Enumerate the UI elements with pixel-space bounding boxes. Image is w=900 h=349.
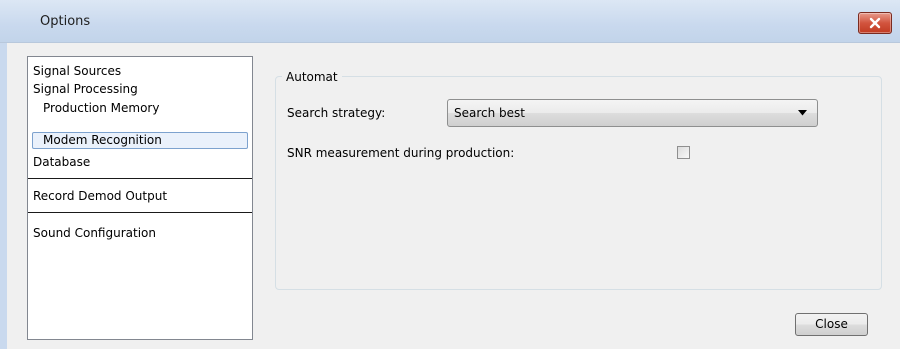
- snr-measurement-label: SNR measurement during production:: [287, 146, 515, 160]
- search-strategy-value: Search best: [454, 106, 525, 120]
- snr-measurement-checkbox[interactable]: [677, 146, 690, 159]
- window-close-button[interactable]: [858, 12, 892, 34]
- sidebar-item-signal-sources[interactable]: Signal Sources: [33, 63, 121, 79]
- options-category-list[interactable]: Signal Sources Signal Processing Product…: [27, 56, 253, 340]
- options-window: Options Signal Sources Signal Processing…: [0, 0, 900, 349]
- sidebar-divider: [28, 178, 252, 179]
- sidebar-item-signal-processing[interactable]: Signal Processing: [33, 81, 138, 97]
- search-strategy-label: Search strategy:: [287, 106, 386, 120]
- close-button[interactable]: Close: [795, 313, 868, 336]
- group-title: Automat: [282, 70, 342, 84]
- window-title: Options: [40, 14, 91, 29]
- search-strategy-dropdown[interactable]: Search best: [447, 99, 818, 127]
- title-bar[interactable]: Options: [0, 0, 900, 43]
- chevron-down-icon: [798, 110, 807, 116]
- sidebar-item-record-demod-output[interactable]: Record Demod Output: [33, 188, 167, 204]
- sidebar-item-database[interactable]: Database: [33, 154, 90, 170]
- sidebar-divider: [28, 212, 252, 213]
- close-icon: [869, 17, 881, 29]
- sidebar-item-modem-recognition[interactable]: Modem Recognition: [43, 132, 162, 148]
- sidebar-item-production-memory[interactable]: Production Memory: [43, 100, 159, 116]
- sidebar-item-sound-configuration[interactable]: Sound Configuration: [33, 225, 156, 241]
